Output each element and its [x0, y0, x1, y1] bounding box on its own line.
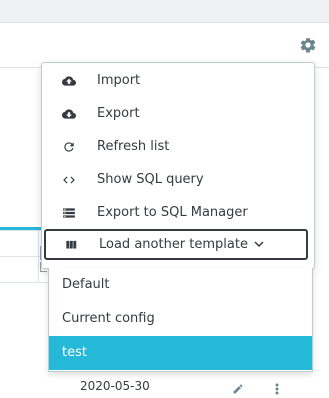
- menu-item-label: Load another template: [99, 237, 264, 252]
- template-option-current-config[interactable]: Current config: [49, 302, 312, 336]
- template-submenu: Default Current config test: [48, 268, 313, 372]
- top-bar: [0, 0, 329, 23]
- menu-item-export[interactable]: Export: [42, 97, 314, 130]
- template-option-default[interactable]: Default: [49, 268, 312, 302]
- settings-button[interactable]: [297, 36, 319, 58]
- refresh-icon: [62, 140, 76, 154]
- grid-actions-menu: Import Export Refresh list Show SQL quer…: [41, 62, 315, 269]
- storage-icon: [62, 206, 76, 220]
- menu-item-label: Export to SQL Manager: [97, 205, 248, 220]
- code-icon: [62, 173, 76, 187]
- gear-icon: [299, 36, 317, 58]
- menu-item-load-another-template[interactable]: Load another template: [44, 229, 308, 260]
- template-option-label: test: [62, 345, 87, 360]
- row-date: 2020-05-30: [80, 379, 150, 393]
- table-column-divider: [38, 231, 39, 282]
- menu-item-label: Show SQL query: [97, 172, 204, 187]
- template-option-label: Current config: [62, 311, 155, 326]
- template-option-test[interactable]: test: [49, 336, 312, 370]
- template-option-label: Default: [62, 277, 110, 292]
- menu-item-show-sql-query[interactable]: Show SQL query: [42, 163, 314, 196]
- menu-item-label: Refresh list: [97, 139, 170, 154]
- cloud-download-icon: [62, 107, 76, 121]
- menu-item-refresh-list[interactable]: Refresh list: [42, 130, 314, 163]
- cloud-upload-icon: [62, 74, 76, 88]
- menu-item-label: Import: [97, 73, 141, 88]
- menu-item-label: Export: [97, 106, 140, 121]
- menu-item-export-to-sql-manager[interactable]: Export to SQL Manager: [42, 196, 314, 229]
- chevron-down-icon: [254, 237, 264, 252]
- menu-item-import[interactable]: Import: [42, 64, 314, 97]
- view-column-icon: [64, 238, 78, 252]
